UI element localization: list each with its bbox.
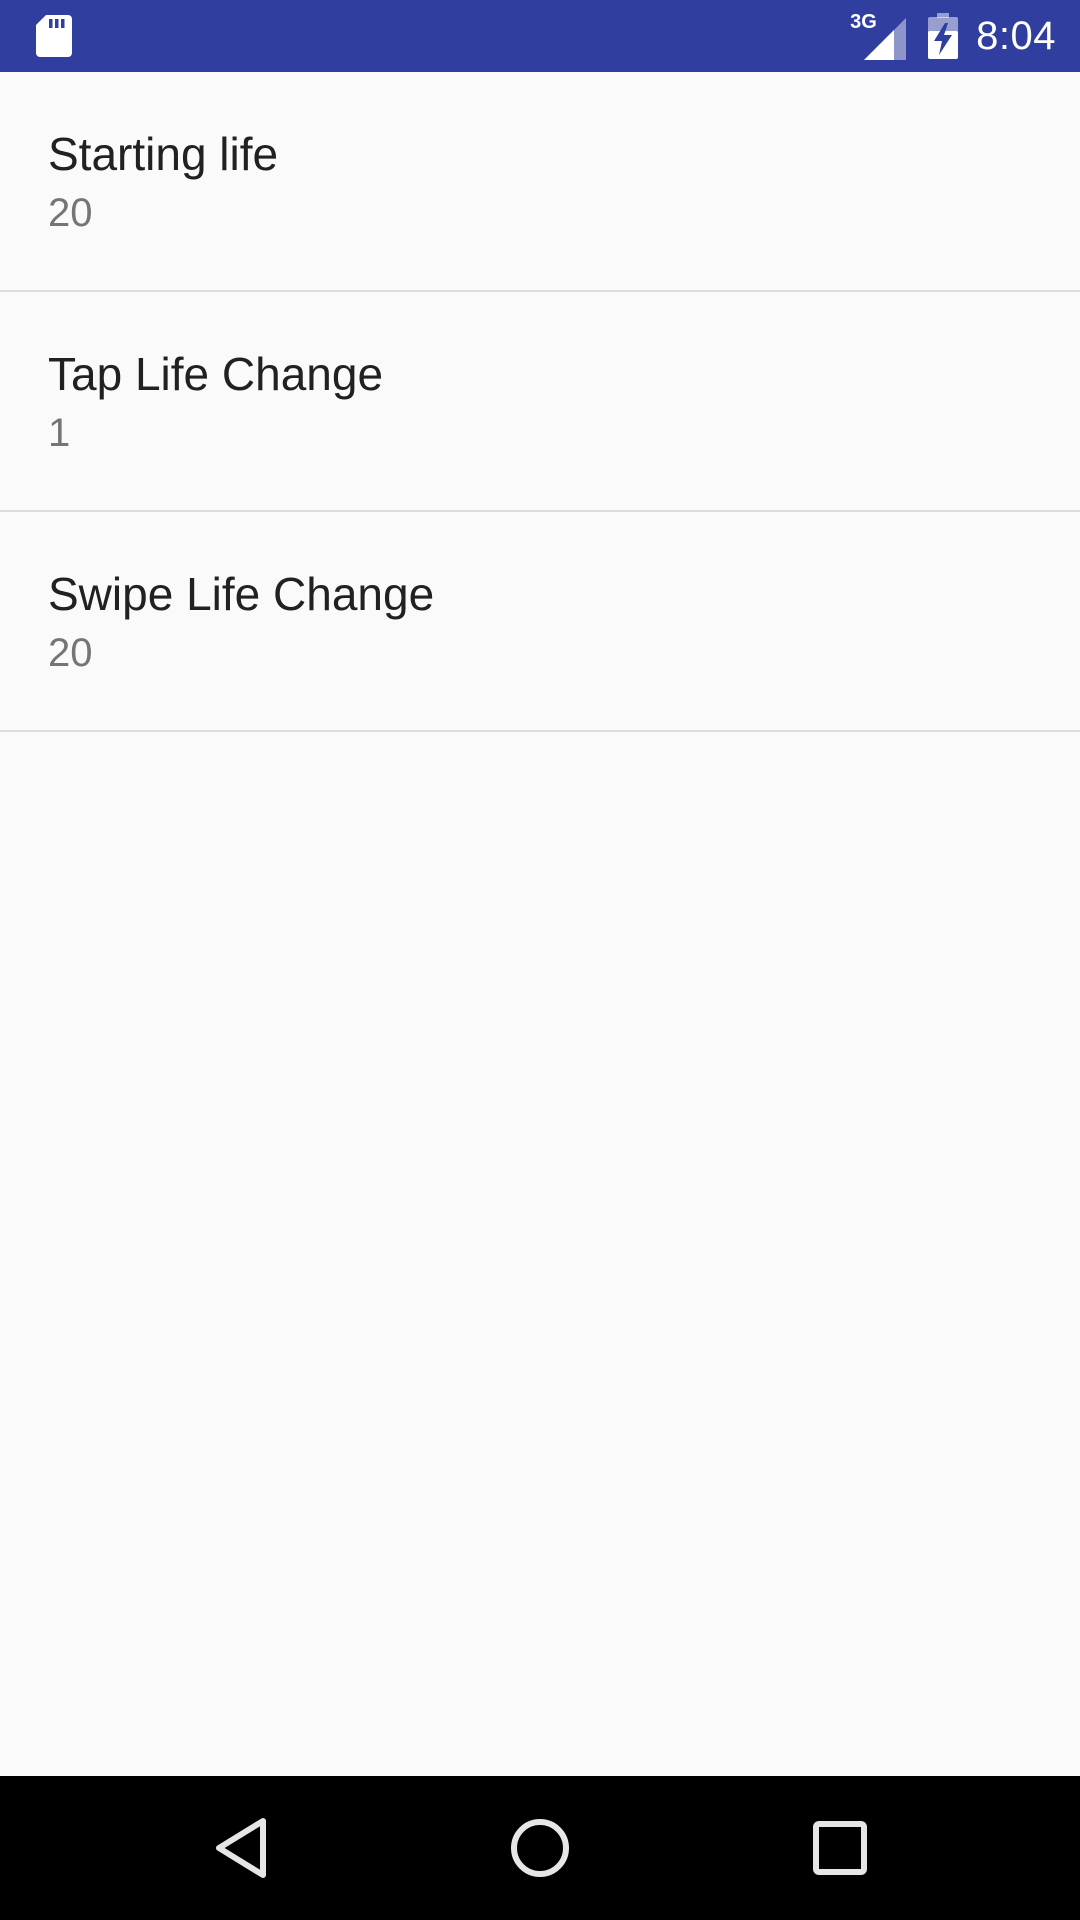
preference-swipe-life-change[interactable]: Swipe Life Change 20 — [0, 512, 1080, 732]
preference-list: Starting life 20 Tap Life Change 1 Swipe… — [0, 72, 1080, 732]
signal-icon — [864, 18, 907, 60]
settings-screen: 3G 8:04 Starting life 20 Tap Life Change… — [0, 0, 1080, 1920]
home-button[interactable] — [500, 1808, 580, 1888]
home-icon — [511, 1819, 569, 1877]
preference-starting-life[interactable]: Starting life 20 — [0, 72, 1080, 292]
preference-summary: 20 — [48, 191, 93, 235]
back-button[interactable] — [201, 1808, 281, 1888]
preference-title: Starting life — [48, 128, 279, 180]
back-icon — [216, 1818, 266, 1878]
battery-charging-icon — [928, 13, 959, 59]
preference-title: Swipe Life Change — [48, 568, 435, 620]
recents-button[interactable] — [800, 1808, 880, 1888]
preference-tap-life-change[interactable]: Tap Life Change 1 — [0, 292, 1080, 512]
sd-card-icon — [36, 15, 72, 57]
status-bar: 3G 8:04 — [0, 0, 1080, 72]
preference-title: Tap Life Change — [48, 348, 384, 400]
status-icons: 3G 8:04 — [850, 0, 1056, 72]
preference-summary: 1 — [48, 411, 71, 455]
navigation-bar — [0, 1776, 1080, 1920]
cell-signal: 3G — [850, 12, 907, 60]
preference-summary: 20 — [48, 631, 93, 675]
clock: 8:04 — [976, 13, 1056, 58]
recents-icon — [813, 1821, 867, 1875]
